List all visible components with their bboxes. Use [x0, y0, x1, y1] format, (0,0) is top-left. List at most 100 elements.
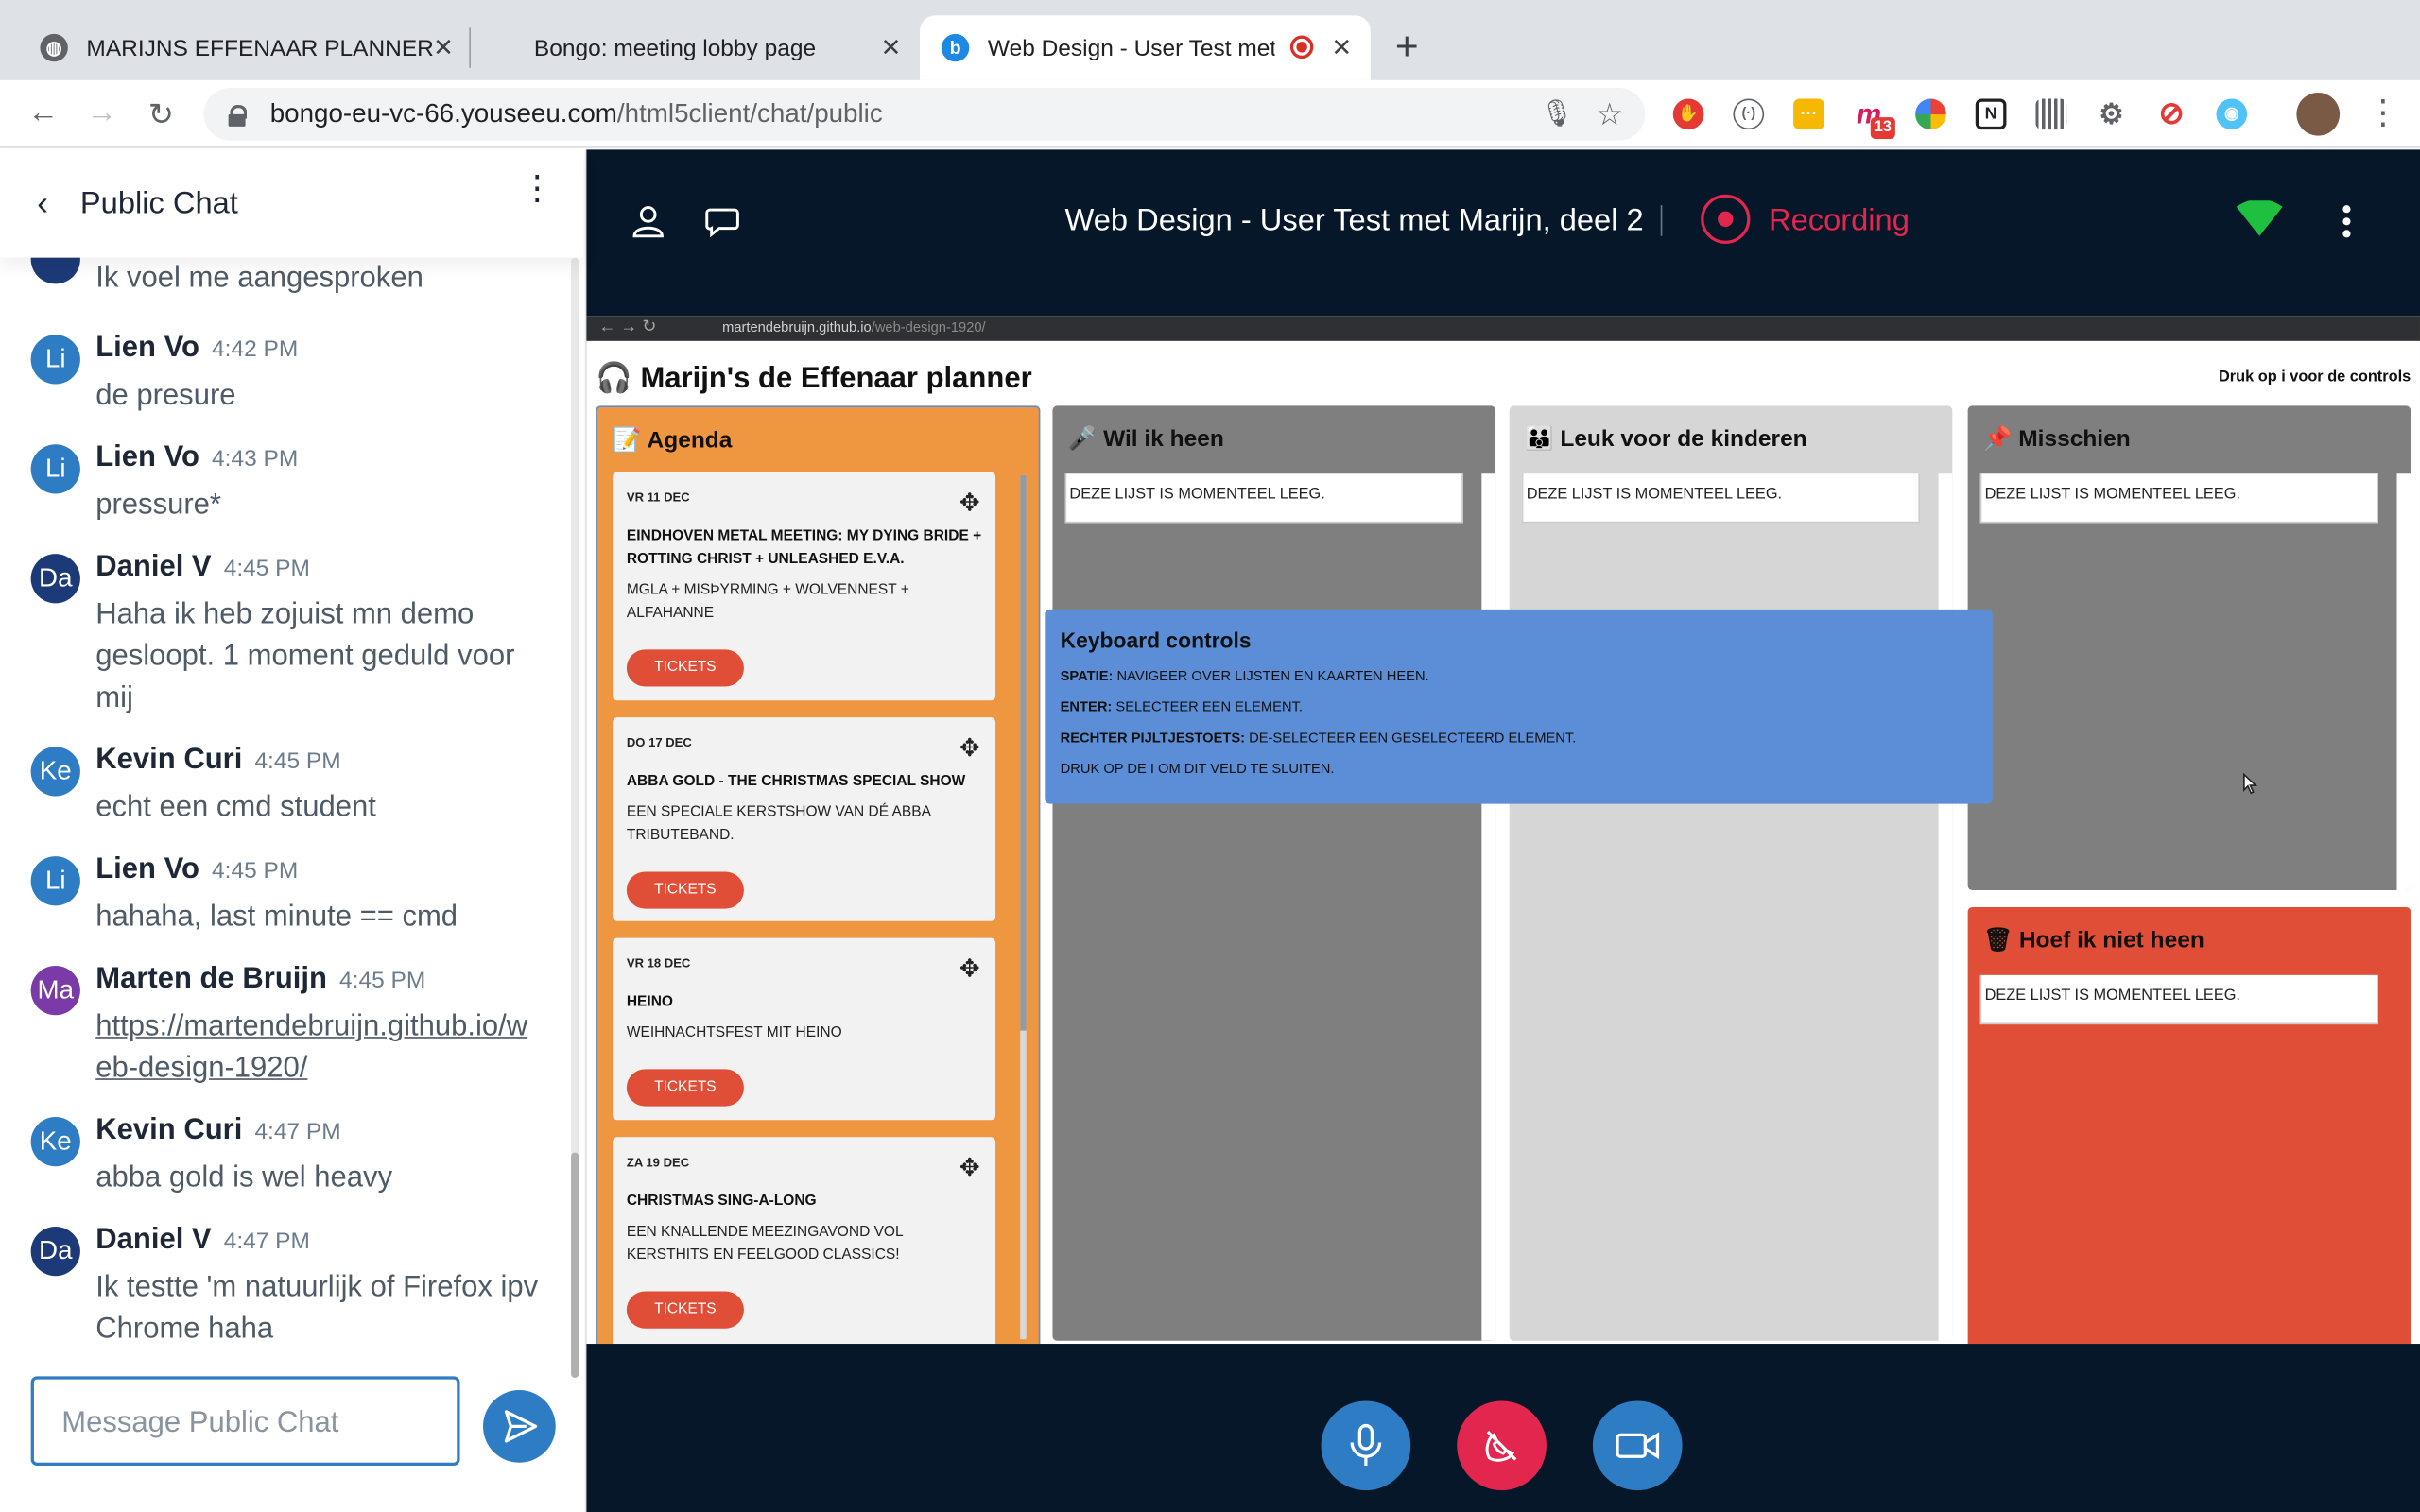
browser-toolbar: ← → ↻ bongo-eu-vc-66.youseeu.com/html5cl…: [0, 79, 2420, 148]
column-wil-ik-heen[interactable]: 🎤 Wil ik heen DEZE LIJST IS MOMENTEEL LE…: [1052, 405, 1496, 1341]
send-button[interactable]: [483, 1390, 556, 1463]
move-icon[interactable]: ✥: [959, 954, 980, 985]
reader-extension-icon[interactable]: (·): [1733, 98, 1765, 130]
forward-icon[interactable]: →: [86, 95, 117, 131]
title-divider: [1660, 205, 1663, 236]
tickets-button[interactable]: TICKETS: [626, 1291, 744, 1329]
back-icon[interactable]: ←: [27, 95, 59, 131]
column-title: 📌 Misschien: [1982, 425, 2131, 453]
tab-effenaar-planner[interactable]: ◍ MARIJNS EFFENAAR PLANNER ✕: [25, 15, 472, 80]
sender-name-text: Lien Vo: [95, 332, 199, 365]
message-time: 4:43 PM: [212, 445, 299, 472]
control-line: SPATIE: NAVIGEER OVER LIJSTEN EN KAARTEN…: [1061, 668, 1429, 683]
control-desc: SELECTEER EEN ELEMENT.: [1112, 698, 1304, 714]
address-bar[interactable]: bongo-eu-vc-66.youseeu.com/html5client/c…: [203, 88, 1646, 141]
extension-badge: 13: [1870, 117, 1895, 139]
avatar: Li: [30, 444, 80, 494]
empty-list-message: DEZE LIJST IS MOMENTEEL LEEG.: [1979, 974, 2378, 1025]
user-list-icon[interactable]: [630, 202, 666, 239]
chat-scrollbar[interactable]: [571, 257, 579, 1378]
event-date: DO 17 DEC: [626, 735, 692, 750]
move-icon[interactable]: ✥: [959, 488, 980, 519]
notion-extension-icon[interactable]: N: [1975, 98, 2007, 130]
event-date: VR 11 DEC: [626, 490, 690, 505]
column-leuk-voor-de-kinderen[interactable]: 👪 Leuk voor de kinderen DEZE LIJST IS MO…: [1509, 405, 1953, 1341]
recording-icon[interactable]: [1701, 194, 1751, 244]
chevron-left-icon[interactable]: ‹: [37, 183, 48, 223]
avatar: Ma: [30, 966, 80, 1016]
event-card[interactable]: VR 18 DEC ✥ HEINO WEIHNACHTSFEST MIT HEI…: [613, 937, 996, 1121]
column-scrollbar[interactable]: [1020, 474, 1027, 1340]
empty-list-message: DEZE LIJST IS MOMENTEEL LEEG.: [1979, 473, 2378, 524]
shared-browser-bar: ← → ↻ martendebruijn.github.io/web-desig…: [586, 316, 2420, 341]
event-card[interactable]: ZA 19 DEC ✥ CHRISTMAS SING-A-LONG EEN KN…: [613, 1137, 996, 1345]
share-webcam-button[interactable]: [1592, 1400, 1683, 1491]
sender-name: Kevin Curi 4:45 PM: [95, 744, 340, 778]
scrollbar-thumb[interactable]: [571, 1152, 579, 1378]
eye-extension-icon[interactable]: ◉: [2216, 98, 2248, 130]
color-extension-icon[interactable]: [1915, 98, 1946, 130]
tab-title: Bongo: meeting lobby page: [533, 34, 817, 61]
sender-name: Daniel V 4:45 PM: [95, 551, 310, 585]
event-card[interactable]: VR 11 DEC ✥ EINDHOVEN METAL MEETING: MY …: [613, 472, 996, 701]
event-date: ZA 19 DEC: [626, 1155, 690, 1170]
globe-icon: ◍: [40, 33, 68, 62]
close-icon[interactable]: ✕: [433, 32, 454, 63]
recording-indicator-icon: [1289, 35, 1314, 60]
reload-icon[interactable]: ↻: [148, 95, 174, 134]
connection-status-icon[interactable]: [2235, 200, 2284, 237]
column-agenda[interactable]: 📝 Agenda VR 11 DEC ✥ EINDHOVEN METAL MEE…: [596, 405, 1041, 1345]
sender-name: Lien Vo 4:42 PM: [95, 332, 298, 366]
message-link[interactable]: https://martendebruijn.github.io/web-des…: [95, 1005, 543, 1089]
barcode-extension-icon[interactable]: [2035, 98, 2067, 130]
sender-name: Lien Vo 4:43 PM: [95, 441, 298, 475]
control-key: RECHTER PIJLTJESTOETS:: [1060, 730, 1246, 746]
message-time: 4:42 PM: [212, 335, 299, 363]
more-options-icon[interactable]: ⋮: [520, 170, 554, 204]
tickets-button[interactable]: TICKETS: [626, 649, 744, 687]
message-input[interactable]: Message Public Chat: [30, 1376, 460, 1467]
message-time: 4:45 PM: [223, 555, 310, 582]
tickets-button[interactable]: TICKETS: [626, 871, 744, 909]
close-icon[interactable]: ✕: [1331, 32, 1352, 63]
move-icon[interactable]: ✥: [959, 1153, 980, 1184]
column-misschien[interactable]: 📌 Misschien DEZE LIJST IS MOMENTEEL LEEG…: [1967, 405, 2411, 891]
column-scrollbar[interactable]: [1481, 473, 1496, 1341]
adblock-extension-icon[interactable]: ✋: [1672, 98, 1704, 130]
tab-web-design[interactable]: b Web Design - User Test met ✕: [920, 15, 1371, 80]
tab-separator: [469, 27, 471, 68]
avatar: Ke: [30, 1117, 80, 1167]
message-text: abba gold is wel heavy: [95, 1161, 393, 1194]
message-text: echt een cmd student: [95, 791, 376, 824]
microphone-button[interactable]: [1321, 1400, 1411, 1491]
tickets-button[interactable]: TICKETS: [626, 1069, 744, 1107]
control-line: ENTER: SELECTEER EEN ELEMENT.: [1061, 699, 1303, 714]
column-scrollbar[interactable]: [2396, 473, 2411, 891]
sender-name-text: Kevin Curi: [95, 743, 243, 777]
gear-extension-icon[interactable]: ⚙: [2096, 98, 2127, 129]
event-description: MGLA + MISÞYRMING + WOLVENNEST + ALFAHAN…: [626, 581, 909, 622]
microphone-icon[interactable]: 🎙: [1540, 98, 1573, 129]
tab-bongo-lobby[interactable]: Bongo: meeting lobby page ✕: [488, 15, 920, 80]
bookmark-star-icon[interactable]: ☆: [1596, 95, 1623, 134]
scrollbar-thumb[interactable]: [1020, 474, 1027, 1031]
meeting-options-icon[interactable]: [2342, 205, 2352, 242]
block-extension-icon[interactable]: ⊘: [2156, 98, 2187, 129]
chat-link[interactable]: https://martendebruijn.github.io/web-des…: [95, 1010, 527, 1084]
column-hoef-ik-niet-heen[interactable]: 🗑 Hoef ik niet heen DEZE LIJST IS MOMENT…: [1967, 906, 2411, 1345]
move-icon[interactable]: ✥: [959, 733, 980, 765]
recording-label[interactable]: Recording: [1769, 204, 1910, 240]
column-scrollbar[interactable]: [1938, 473, 1953, 1341]
notes-extension-icon[interactable]: ···: [1793, 98, 1824, 130]
bongo-logo-icon: b: [941, 33, 970, 62]
chat-bubble-icon[interactable]: [703, 202, 740, 239]
chrome-menu-icon[interactable]: ⋮: [2366, 93, 2400, 132]
event-card[interactable]: DO 17 DEC ✥ ABBA GOLD - THE CHRISTMAS SP…: [613, 717, 996, 921]
close-icon[interactable]: ✕: [881, 32, 902, 63]
control-desc: DRUK OP DE I OM DIT VELD TE SLUITEN.: [1060, 760, 1335, 777]
url-path: /html5client/chat/public: [616, 98, 883, 129]
profile-avatar[interactable]: [2296, 92, 2341, 136]
new-tab-icon[interactable]: +: [1395, 26, 1419, 66]
tab-title: MARIJNS EFFENAAR PLANNER: [86, 34, 434, 61]
leave-audio-button[interactable]: [1457, 1400, 1547, 1491]
